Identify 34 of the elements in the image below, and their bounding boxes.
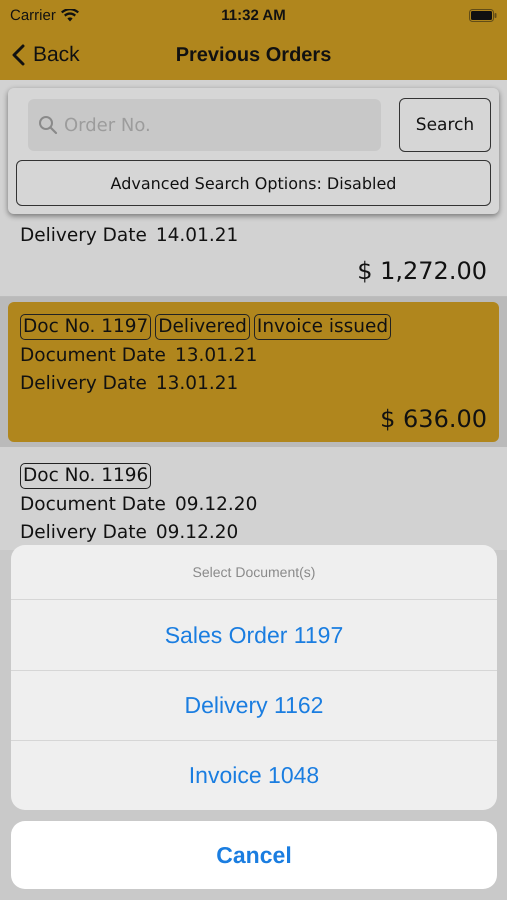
delivery-date: 09.12.20: [156, 521, 238, 545]
document-option[interactable]: Invoice 1048: [11, 740, 497, 810]
advanced-search-button[interactable]: Advanced Search Options: Disabled: [16, 160, 491, 206]
search-icon: [38, 115, 58, 135]
status-tag: Invoice issued: [254, 314, 392, 340]
document-date-label: Document Date: [20, 493, 166, 517]
delivery-date-label: Delivery Date: [20, 372, 147, 396]
back-chevron-icon: [12, 44, 25, 66]
page-title: Previous Orders: [176, 44, 332, 66]
order-card[interactable]: Doc No. 1197 Delivered Invoice issued Document Date 13.01.21 Delivery Date 13.01.21 $ 636.00: [8, 302, 499, 442]
cancel-button[interactable]: Cancel: [11, 821, 497, 889]
wifi-icon: [60, 8, 79, 22]
battery-icon: [469, 8, 498, 22]
delivery-date: 13.01.21: [156, 372, 238, 396]
order-amount: $ 1,272.00: [356, 256, 487, 287]
status-tag: Delivered: [155, 314, 250, 340]
document-date: 13.01.21: [174, 344, 258, 368]
status-tag: Doc No. 1197: [20, 314, 152, 340]
document-option[interactable]: Delivery 1162: [11, 670, 497, 740]
status-tag: Doc No. 1196: [20, 463, 152, 489]
order-row[interactable]: Delivery Date 14.01.21 $ 1,272.00: [0, 220, 507, 297]
document-date-label: Document Date: [20, 344, 166, 368]
order-amount: $ 636.00: [379, 404, 487, 435]
carrier-label: Carrier: [10, 6, 56, 24]
delivery-date-label: Delivery Date: [20, 224, 147, 248]
document-date: 09.12.20: [174, 493, 258, 517]
clock-time: 11:32 AM: [221, 6, 286, 24]
sheet-title: Select Document(s): [11, 545, 497, 600]
delivery-date-label: Delivery Date: [20, 521, 147, 545]
order-row[interactable]: Doc No. 1196 Document Date 09.12.20 Delivery Date 09.12.20: [0, 447, 507, 550]
document-option[interactable]: Sales Order 1197: [11, 600, 497, 670]
delivery-date: 14.01.21: [156, 224, 238, 248]
search-button[interactable]: Search: [399, 98, 491, 152]
back-button[interactable]: Back: [12, 43, 80, 67]
